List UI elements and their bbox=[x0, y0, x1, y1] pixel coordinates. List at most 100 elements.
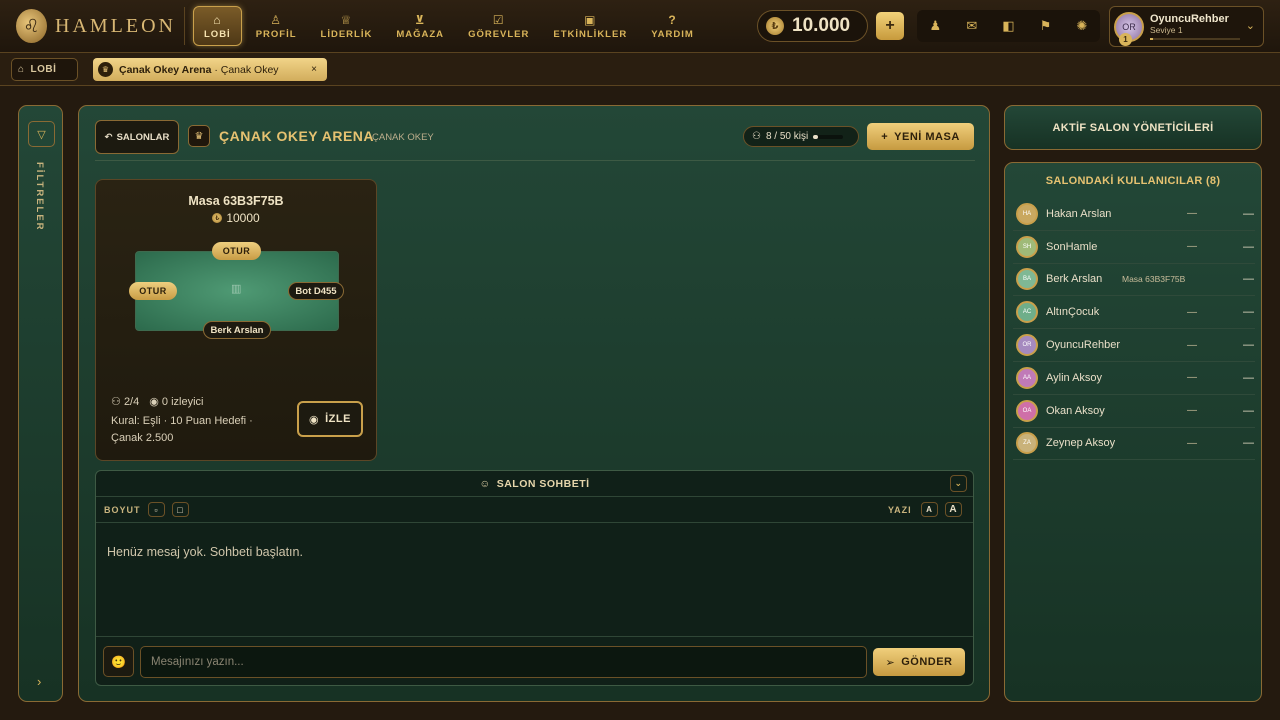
flag-icon[interactable]: ⚑ bbox=[1040, 18, 1052, 34]
chat-toolbar: BOYUT ▫ □ YAZI A A bbox=[96, 497, 973, 523]
nav-item-4[interactable]: ☑ GÖREVLER bbox=[458, 6, 539, 46]
send-button[interactable]: ➢ GÖNDER bbox=[873, 648, 965, 676]
seat-right-player: Bot D455 bbox=[288, 282, 344, 300]
filters-label: FİLTRELER bbox=[34, 162, 45, 232]
coin-icon: ₺ bbox=[766, 17, 784, 35]
user-table: — bbox=[1187, 437, 1197, 449]
nav-label: LOBİ bbox=[204, 28, 231, 40]
avatar: OA bbox=[1016, 399, 1038, 422]
nav-item-1[interactable]: ♙ PROFİL bbox=[246, 6, 307, 46]
quick-actions: ♟ ✉ ◧ ⚑ ✺ bbox=[917, 10, 1100, 42]
nav-label: YARDIM bbox=[651, 28, 694, 40]
watch-button[interactable]: ◉ İZLE bbox=[297, 401, 363, 437]
admins-title: AKTİF SALON YÖNETİCİLERİ bbox=[1052, 121, 1214, 134]
tab-canak-okey-arena[interactable]: ♛ Çanak Okey Arena · Çanak Okey × bbox=[93, 58, 327, 81]
user-table: — bbox=[1187, 339, 1197, 351]
font-label: YAZI bbox=[888, 505, 912, 515]
user-status: — bbox=[1243, 404, 1254, 417]
cart-icon: ⊻ bbox=[414, 12, 426, 27]
salon-users-panel: SALONDAKİ KULLANICILAR (8) HA Hakan Arsla… bbox=[1004, 162, 1262, 702]
nav-label: LİDERLİK bbox=[320, 28, 373, 40]
players-icon: ⚇ bbox=[111, 396, 121, 408]
chat-title: SALON SOHBETİ bbox=[496, 477, 590, 490]
avatar: ZA bbox=[1016, 432, 1038, 455]
back-to-salons-button[interactable]: ↶ SALONLAR bbox=[95, 120, 179, 154]
avatar-initials: OR bbox=[1122, 21, 1136, 32]
chat-header: ☺ SALON SOHBETİ ⌄ bbox=[96, 471, 973, 497]
message-input[interactable] bbox=[140, 646, 867, 678]
mail-icon[interactable]: ✉ bbox=[966, 18, 977, 34]
list-item[interactable]: OR OyuncuRehber — — bbox=[1013, 329, 1255, 362]
list-item[interactable]: OA Okan Aksoy — — bbox=[1013, 395, 1255, 428]
nav-item-0[interactable]: ⌂ LOBİ bbox=[193, 6, 242, 46]
collapse-chat-button[interactable]: ⌄ bbox=[950, 475, 967, 492]
list-item[interactable]: BA Berk Arslan Masa 63B3F75B — bbox=[1013, 264, 1255, 297]
spectators-count: ◉ 0 izleyici bbox=[149, 395, 203, 408]
new-table-button[interactable]: + YENİ MASA bbox=[867, 123, 974, 150]
font-large-button[interactable]: A bbox=[945, 502, 962, 517]
back-arrow-icon: ↶ bbox=[104, 131, 113, 143]
size-large-button[interactable]: □ bbox=[172, 502, 189, 517]
active-admins-panel[interactable]: AKTİF SALON YÖNETİCİLERİ bbox=[1004, 105, 1262, 150]
filter-icon: ▽ bbox=[37, 128, 46, 141]
expand-filters-button[interactable]: › bbox=[37, 674, 41, 689]
chat-empty-message: Henüz mesaj yok. Sohbeti başlatın. bbox=[107, 545, 303, 559]
send-label: GÖNDER bbox=[901, 656, 953, 668]
avatar: HA bbox=[1016, 202, 1038, 225]
divider bbox=[184, 7, 185, 45]
salon-chat: ☺ SALON SOHBETİ ⌄ BOYUT ▫ □ YAZI A A Hen… bbox=[95, 470, 974, 686]
coin-balance[interactable]: ₺ 10.000 bbox=[757, 10, 868, 42]
coin-icon: ₺ bbox=[212, 213, 223, 223]
friends-icon[interactable]: ♟ bbox=[930, 18, 942, 34]
user-name: SonHamle bbox=[1046, 240, 1098, 253]
gift-icon[interactable]: ◧ bbox=[1002, 18, 1014, 34]
send-icon: ➢ bbox=[885, 656, 896, 669]
breadcrumb-lobby[interactable]: ⌂ LOBİ bbox=[11, 58, 78, 81]
avatar: AA bbox=[1016, 366, 1038, 389]
user-name: Hakan Arslan bbox=[1046, 207, 1112, 220]
list-item[interactable]: AC AltınÇocuk — — bbox=[1013, 296, 1255, 330]
settings-icon[interactable]: ✺ bbox=[1077, 18, 1088, 34]
list-item[interactable]: AA Aylin Aksoy — — bbox=[1013, 362, 1255, 395]
capacity-bar bbox=[813, 134, 844, 139]
list-item[interactable]: ZA Zeynep Aksoy — — bbox=[1013, 428, 1255, 461]
sit-left-button[interactable]: OTUR bbox=[129, 282, 177, 300]
app-logo[interactable]: ♌ HAMLEON bbox=[16, 9, 176, 43]
user-status: — bbox=[1243, 437, 1254, 450]
sit-top-button[interactable]: OTUR bbox=[212, 242, 261, 260]
bet-amount: 10000 bbox=[226, 211, 260, 225]
user-table: — bbox=[1187, 372, 1197, 384]
filters-panel: ▽ FİLTRELER › bbox=[18, 105, 63, 702]
add-coins-button[interactable]: + bbox=[876, 12, 904, 40]
chat-footer: 🙂 ➢ GÖNDER bbox=[96, 636, 973, 687]
coin-amount: 10.000 bbox=[792, 15, 851, 36]
nav-item-6[interactable]: ? YARDIM bbox=[641, 6, 704, 46]
user-name: Berk Arslan bbox=[1046, 273, 1103, 286]
size-small-button[interactable]: ▫ bbox=[148, 502, 165, 517]
users-icon: ⚇ bbox=[752, 131, 761, 142]
clipboard-icon: ☑ bbox=[492, 12, 505, 27]
nav-item-3[interactable]: ⊻ MAĞAZA bbox=[386, 6, 454, 46]
font-small-button[interactable]: A bbox=[921, 502, 938, 517]
user-status: — bbox=[1243, 339, 1254, 352]
new-table-label: YENİ MASA bbox=[894, 130, 960, 143]
users-list: HA Hakan Arslan — — SH SonHamle — — BA Berk Arsla… bbox=[1013, 198, 1255, 461]
arena-icon: ♛ bbox=[188, 125, 210, 147]
list-item[interactable]: HA Hakan Arslan — — bbox=[1013, 198, 1255, 231]
nav-label: GÖREVLER bbox=[468, 28, 530, 40]
profile-menu[interactable]: OR 1 OyuncuRehber Seviye 1 ⌄ bbox=[1109, 6, 1264, 47]
eye-icon: ◉ bbox=[309, 413, 320, 426]
list-item[interactable]: SH SonHamle — — bbox=[1013, 231, 1255, 264]
emoji-icon: 🙂 bbox=[111, 654, 126, 669]
nav-item-5[interactable]: ▣ ETKİNLİKLER bbox=[543, 6, 637, 46]
tab-close-button[interactable]: × bbox=[311, 64, 317, 75]
capacity-fill bbox=[813, 134, 819, 139]
emoji-button[interactable]: 🙂 bbox=[103, 646, 134, 677]
filter-button[interactable]: ▽ bbox=[28, 121, 55, 147]
user-table: — bbox=[1187, 306, 1197, 318]
nav-item-2[interactable]: ♕ LİDERLİK bbox=[311, 6, 383, 46]
nav-label: ETKİNLİKLER bbox=[553, 28, 628, 40]
lion-logo-icon: ♌ bbox=[16, 9, 47, 43]
xp-progress-bar bbox=[1150, 38, 1240, 40]
plus-icon: + bbox=[881, 130, 889, 143]
